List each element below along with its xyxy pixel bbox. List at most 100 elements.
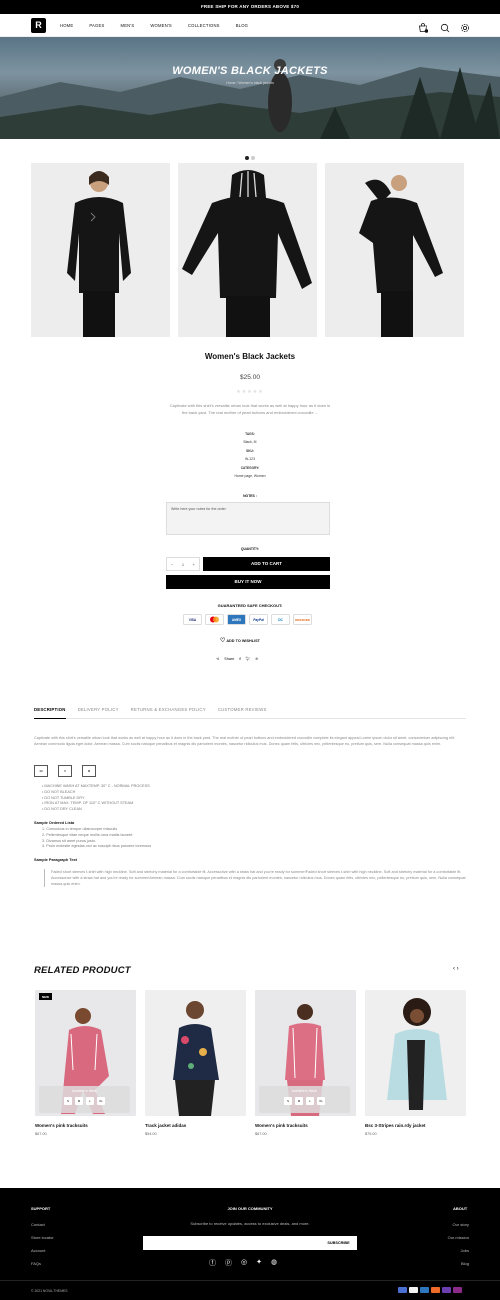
size-option[interactable]: L: [86, 1097, 94, 1105]
search-icon[interactable]: [440, 20, 450, 33]
gallery-dot-active[interactable]: [245, 156, 249, 160]
nav-blog[interactable]: BLOG: [236, 14, 248, 37]
meta-sku: SKU:: [246, 449, 254, 453]
chevron-right-icon[interactable]: ›: [457, 966, 459, 972]
breadcrumb[interactable]: Home / Women's black jackets: [0, 81, 500, 85]
product-card[interactable]: Bsc 3-Stripes rain.rdy jacket $79.00: [365, 990, 466, 1136]
footer-link-our-mission[interactable]: Our mission: [420, 1231, 469, 1244]
product-card-price: $67.00: [35, 1132, 47, 1136]
care-list: • MACHINE WASH AT MAXTEMP. 30° C - NORMA…: [42, 784, 150, 813]
quantity-stepper[interactable]: − 1 +: [166, 557, 200, 571]
gallery-dot[interactable]: [251, 156, 255, 160]
meta-category-value[interactable]: Home page, Women: [168, 474, 332, 478]
newsletter-email-input[interactable]: [143, 1236, 320, 1250]
meta-tags-value[interactable]: Black, M: [168, 440, 332, 444]
share-label: Share: [224, 656, 235, 661]
twitter-icon[interactable]: ✦: [256, 1258, 262, 1268]
hero-banner: WOMEN'S BLACK JACKETS Home / Women's bla…: [0, 37, 500, 139]
chevron-left-icon[interactable]: ‹: [453, 966, 455, 972]
logo[interactable]: R: [31, 18, 46, 33]
size-option[interactable]: M: [295, 1097, 303, 1105]
product-card[interactable]: Available in black: S M L XL Women's pin…: [255, 990, 356, 1136]
product-image-side[interactable]: [325, 163, 464, 337]
size-option[interactable]: S: [284, 1097, 292, 1105]
size-option[interactable]: XL: [317, 1097, 325, 1105]
footer-link-jobs[interactable]: Jobs: [420, 1244, 469, 1257]
pinterest-icon[interactable]: ℗: [255, 657, 258, 661]
footer-link-blog[interactable]: Blog: [420, 1257, 469, 1270]
size-option[interactable]: L: [306, 1097, 314, 1105]
pinterest-icon[interactable]: ⓟ: [225, 1258, 232, 1268]
size-option[interactable]: XL: [97, 1097, 105, 1105]
site-header: R HOME PAGES MEN'S WOMEN'S COLLECTIONS B…: [0, 14, 500, 37]
community-heading: JOIN OUR COMMUNITY: [227, 1206, 273, 1211]
tab-description[interactable]: DESCRIPTION: [34, 707, 66, 719]
mountain-scenery: [0, 59, 500, 139]
twitter-icon[interactable]: 🐦︎: [246, 656, 251, 661]
footer-link-account[interactable]: Account: [31, 1244, 54, 1257]
facebook-icon[interactable]: f: [239, 657, 240, 661]
rating-stars[interactable]: ★★★★★: [0, 389, 500, 395]
about-heading: ABOUT: [453, 1206, 468, 1211]
meta-category: CATEGORY:: [240, 466, 260, 470]
cart-icon[interactable]: [418, 20, 429, 33]
instagram-icon[interactable]: ◎: [241, 1258, 247, 1268]
facebook-icon[interactable]: ⓕ: [209, 1258, 216, 1268]
notes-textarea[interactable]: Write here your notes for the order: [166, 502, 330, 535]
tab-customer-reviews[interactable]: CUSTOMER REVIEWS: [218, 707, 267, 719]
wash-30-icon: 30: [34, 765, 48, 777]
share-bar: ⋖ Share f 🐦︎ ℗: [216, 656, 258, 662]
amex-icon: AMEX: [227, 614, 246, 625]
product-short-description: Captivate with this shirt's versatile ur…: [169, 403, 331, 415]
product-card[interactable]: Track jacket adidas $54.00: [145, 990, 246, 1136]
product-card-name[interactable]: Track jacket adidas: [145, 1123, 246, 1128]
nav-collections[interactable]: COLLECTIONS: [188, 14, 220, 37]
copyright: © 2021 NOVA-THEMES: [31, 1289, 68, 1293]
size-option[interactable]: M: [75, 1097, 83, 1105]
tab-delivery-policy[interactable]: DELIVERY POLICY: [78, 707, 119, 719]
product-card-image[interactable]: [365, 990, 466, 1116]
ordered-list: 1. Comodous in tempor ullamcorper miacul…: [42, 827, 151, 850]
visa-icon: [398, 1287, 407, 1293]
product-image-back[interactable]: [178, 163, 317, 337]
care-icons: 30 ✕ ⊠: [34, 765, 96, 777]
size-option[interactable]: S: [64, 1097, 72, 1105]
product-card-image[interactable]: NEW Available in black: S M L XL: [35, 990, 136, 1116]
subscribe-button[interactable]: SUBSCRIBE: [320, 1236, 357, 1250]
plus-icon[interactable]: +: [193, 562, 195, 567]
list-item: 4. Proin molestie egestas orci ac suscip…: [42, 844, 152, 849]
related-products-title: RELATED PRODUCT: [34, 965, 131, 976]
nav-womens[interactable]: WOMEN'S: [150, 14, 172, 37]
product-image-front[interactable]: [31, 163, 170, 337]
footer-link-our-story[interactable]: Our story: [420, 1218, 469, 1231]
product-card-name[interactable]: Women's pink tracksuits: [255, 1123, 356, 1128]
settings-icon[interactable]: [460, 20, 470, 32]
add-to-cart-button[interactable]: ADD TO CART: [203, 557, 330, 571]
dribbble-icon[interactable]: ◍: [271, 1258, 277, 1268]
payment-icons: VISA AMEX PayPal DC DISCOVER: [183, 614, 312, 625]
add-to-wishlist-link[interactable]: ♡ ADD TO WISHLIST: [220, 637, 260, 644]
product-card[interactable]: NEW Available in black: S M L XL Women's…: [35, 990, 136, 1136]
footer-link-store-locator[interactable]: Store locator: [31, 1231, 54, 1244]
quantity-label: QUANTITY:: [240, 547, 260, 551]
meta-tags: TAGS:: [245, 432, 255, 436]
product-card-name[interactable]: Women's pink tracksuits: [35, 1123, 136, 1128]
quantity-value[interactable]: 1: [182, 562, 184, 567]
footer-link-faqs[interactable]: FAQs: [31, 1257, 54, 1270]
product-card-image[interactable]: Available in black: S M L XL: [255, 990, 356, 1116]
nav-mens[interactable]: MEN'S: [121, 14, 135, 37]
minus-icon[interactable]: −: [171, 562, 173, 567]
blockquote: Faded short sleeves t-shirt with high ne…: [44, 869, 466, 887]
guaranteed-checkout-label: GUARANTEED SAFE CHECKOUT:: [217, 603, 283, 608]
nav-pages[interactable]: PAGES: [89, 14, 104, 37]
ordered-list-heading: Sample Ordered Lista: [34, 820, 75, 825]
product-card-name[interactable]: Bsc 3-Stripes rain.rdy jacket: [365, 1123, 466, 1128]
buy-now-button[interactable]: BUY IT NOW: [166, 575, 330, 589]
tab-returns-exchanges[interactable]: RETURNS & EXCHANGES POLICY: [131, 707, 206, 719]
product-card-image[interactable]: [145, 990, 246, 1116]
card-icon: [409, 1287, 418, 1293]
list-item: • DO NOT DRY CLEAN: [42, 807, 82, 812]
availability-panel: Available in black: S M L XL: [259, 1086, 350, 1113]
page-title: WOMEN'S BLACK JACKETS: [172, 65, 328, 77]
nav-home[interactable]: HOME: [60, 14, 73, 37]
